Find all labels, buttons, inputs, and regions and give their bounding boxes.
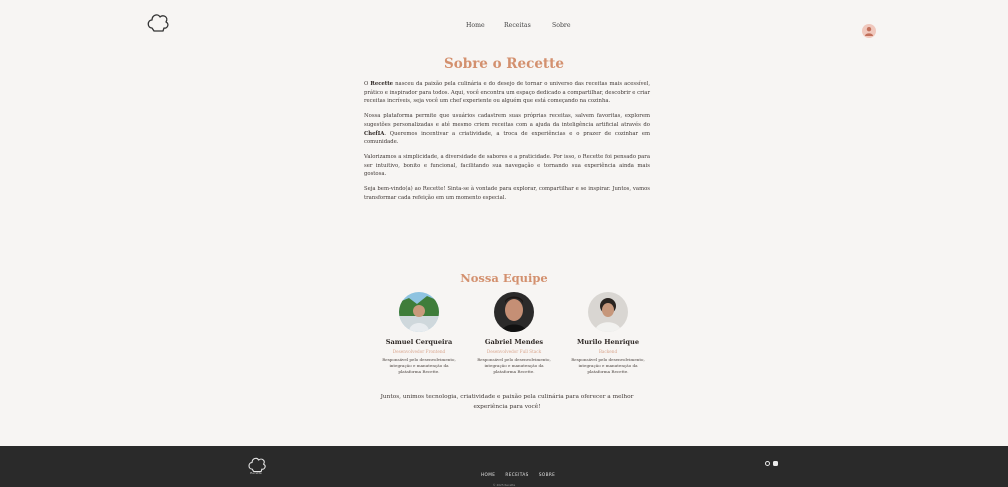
member-photo xyxy=(588,292,628,332)
member-role: Backend xyxy=(598,349,618,354)
footer-logo-text: Recette xyxy=(250,471,262,475)
instagram-icon[interactable] xyxy=(765,461,770,466)
chef-hat-logo-icon[interactable] xyxy=(146,12,170,34)
youtube-icon[interactable] xyxy=(773,461,778,466)
footer-nav-home[interactable]: HOME xyxy=(481,472,495,477)
team-member-card: Gabriel Mendes Desenvolvedor Full Stack … xyxy=(469,292,559,375)
footer-nav: HOME RECEITAS SOBRE xyxy=(481,461,560,480)
social-links xyxy=(765,461,778,466)
about-title: Sobre o Recette xyxy=(444,56,564,72)
member-name: Murilo Henrique xyxy=(576,338,640,346)
member-description: Responsável pelo desenvolvimento, integr… xyxy=(382,357,456,374)
member-description: Responsável pelo desenvolvimento, integr… xyxy=(571,357,645,374)
user-avatar-icon[interactable] xyxy=(862,24,876,38)
copyright: © 2025 Recette xyxy=(492,483,516,487)
team-title: Nossa Equipe xyxy=(460,271,548,285)
member-name: Samuel Cerqueira xyxy=(385,338,453,346)
member-role: Desenvolvedor Full Stack xyxy=(486,349,542,354)
nav-receitas[interactable]: Receitas xyxy=(504,22,531,29)
header: Home Receitas Sobre xyxy=(0,0,1008,50)
member-photo xyxy=(399,292,439,332)
about-paragraph-2: Nossa plataforma permite que usuários ca… xyxy=(364,113,650,146)
member-role: Desenvolvedor Frontend xyxy=(392,349,446,354)
about-paragraph-4: Seja bem-vindo(a) ao Recette! Sinta-se à… xyxy=(364,186,650,201)
member-photo xyxy=(494,292,534,332)
member-description: Responsável pelo desenvolvimento, integr… xyxy=(477,357,551,374)
footer-nav-receitas[interactable]: RECEITAS xyxy=(505,472,528,477)
team-closing-text: Juntos, unimos tecnologia, criatividade … xyxy=(380,394,634,410)
about-text: O Recette nasceu da paixão pela culinári… xyxy=(364,80,650,208)
footer-nav-sobre[interactable]: SOBRE xyxy=(539,472,555,477)
about-paragraph-1: O Recette nasceu da paixão pela culinári… xyxy=(364,81,651,105)
footer: Recette HOME RECEITAS SOBRE © 2025 Recet… xyxy=(0,446,1008,487)
nav-home[interactable]: Home xyxy=(466,22,485,29)
about-paragraph-3: Valorizamos a simplicidade, a diversidad… xyxy=(364,153,650,178)
team-member-card: Samuel Cerqueira Desenvolvedor Frontend … xyxy=(374,292,464,375)
nav-sobre[interactable]: Sobre xyxy=(552,22,571,29)
team-member-card: Murilo Henrique Backend Responsável pelo… xyxy=(563,292,653,375)
member-name: Gabriel Mendes xyxy=(484,338,544,346)
